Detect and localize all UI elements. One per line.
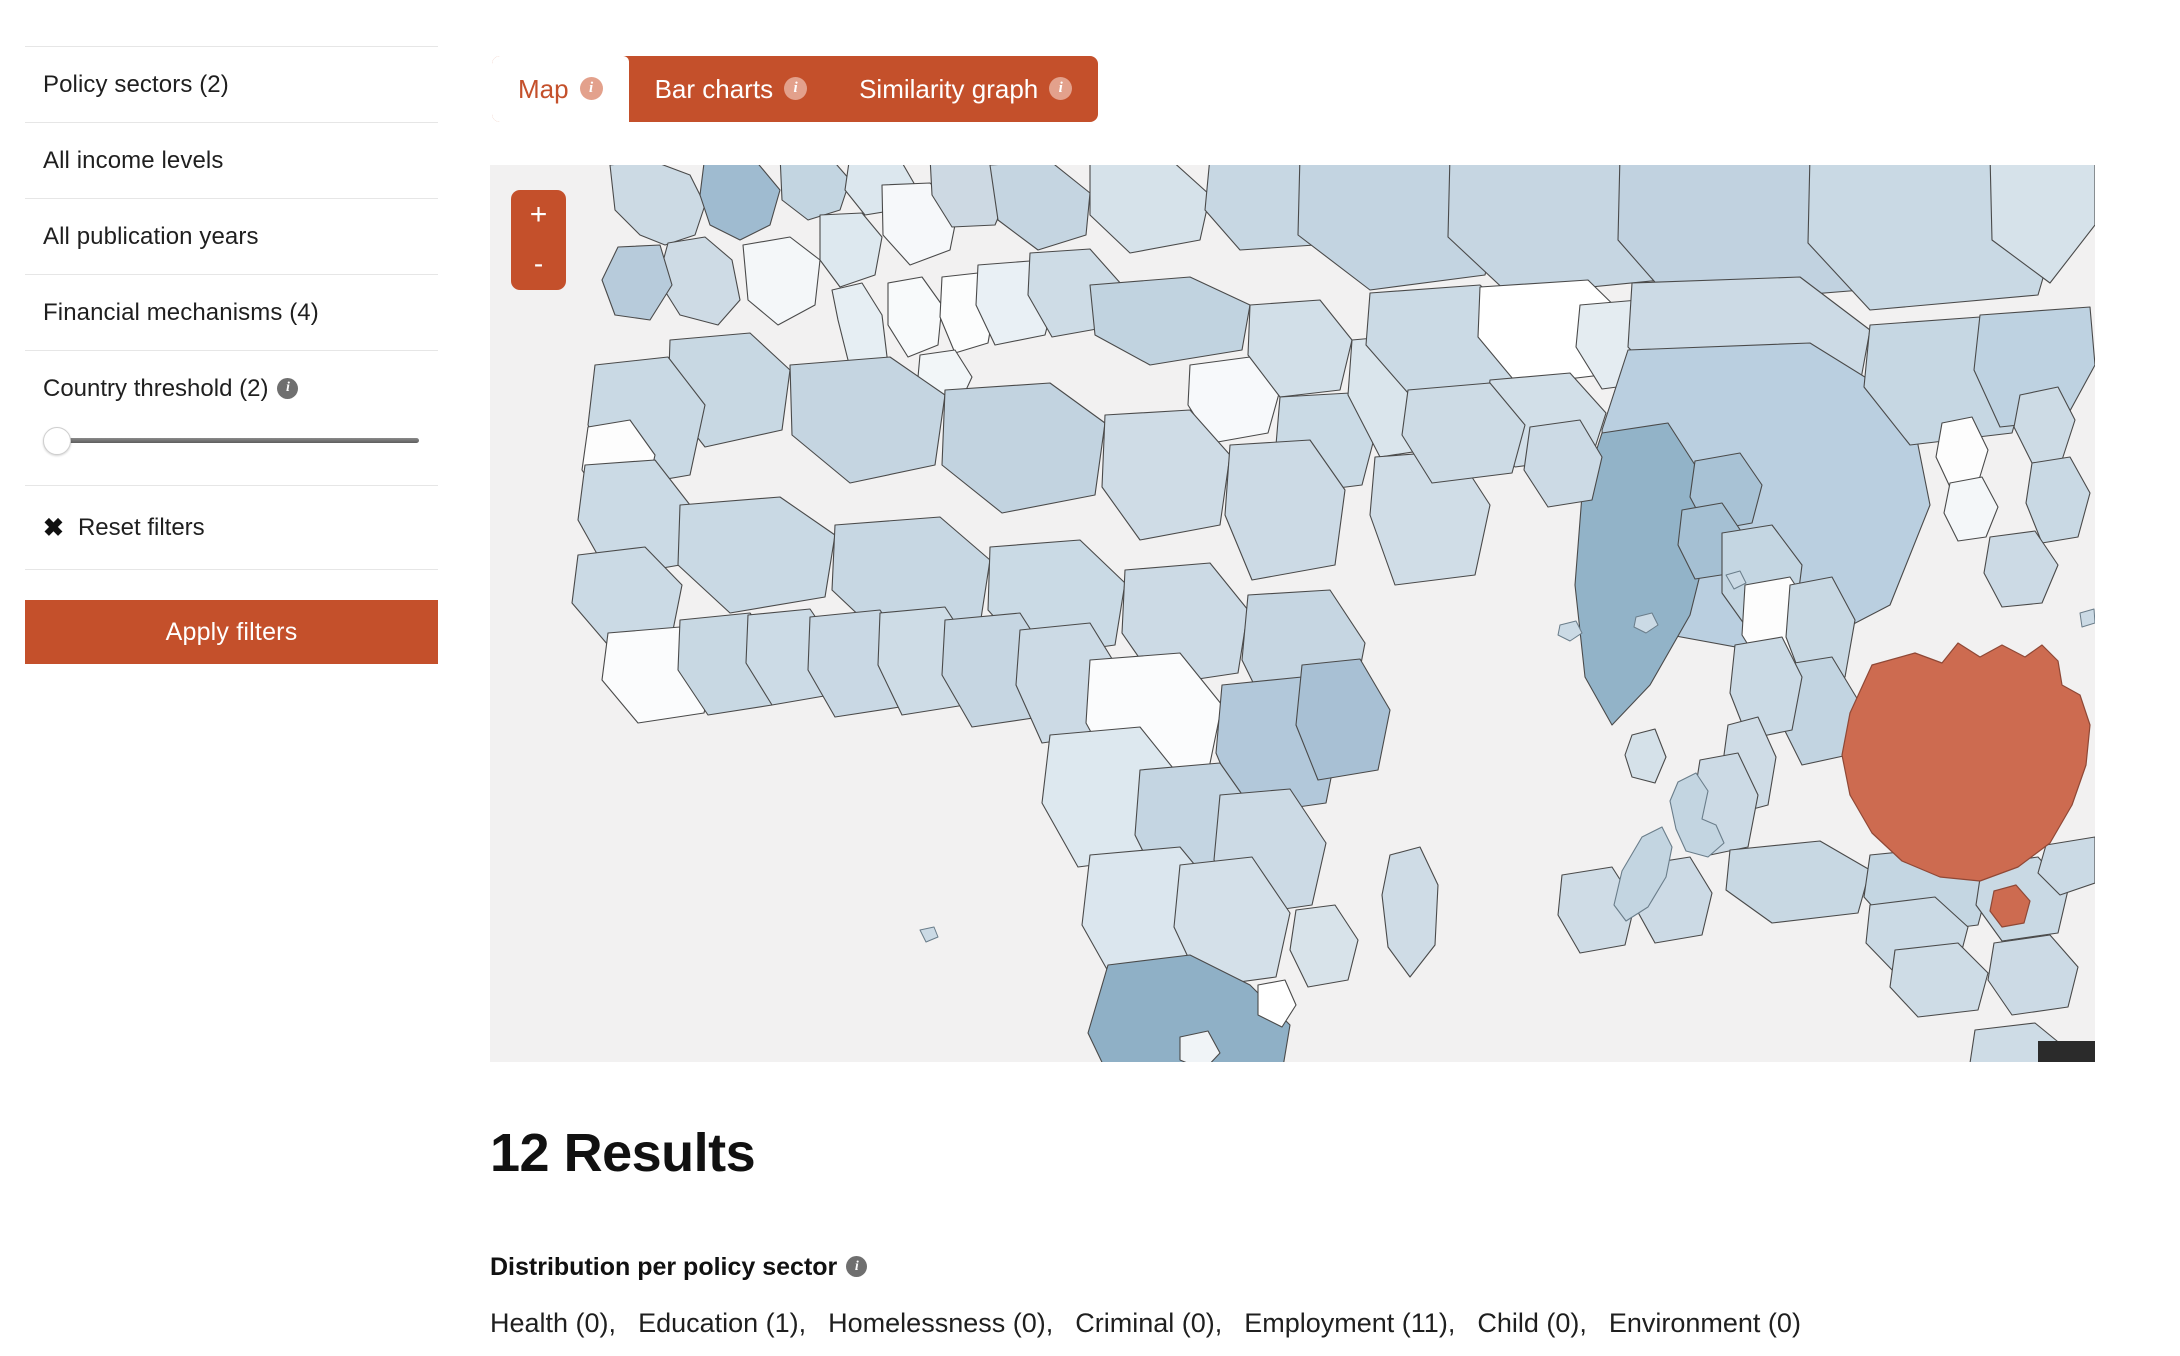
filter-financial-mechanisms[interactable]: Financial mechanisms (4) <box>25 274 438 350</box>
distribution-list: Health (0), Education (1), Homelessness … <box>490 1308 1823 1339</box>
list-item[interactable]: Health (0), <box>490 1308 616 1339</box>
map-tooltip: AUS: 12 articles mentioned AUS at least … <box>2038 1041 2095 1062</box>
apply-filters-container: Apply filters <box>25 569 438 664</box>
tab-map[interactable]: Map i <box>492 56 629 122</box>
world-map-panel[interactable]: + - AUS: 12 articles mentioned AUS at le… <box>490 165 2095 1062</box>
zoom-in-button[interactable]: + <box>530 200 548 230</box>
results-title: 12 Results <box>490 1123 756 1183</box>
distribution-label-row: Distribution per policy sector i <box>490 1253 868 1282</box>
filter-income-levels-label: All income levels <box>43 147 224 174</box>
filters-sidebar: Policy sectors (2) All income levels All… <box>25 46 438 664</box>
zoom-out-button[interactable]: - <box>534 250 543 278</box>
list-item[interactable]: Environment (0) <box>1609 1308 1801 1339</box>
filter-financial-mechanisms-label: Financial mechanisms (4) <box>43 299 319 326</box>
filter-policy-sectors[interactable]: Policy sectors (2) <box>25 46 438 122</box>
list-item[interactable]: Child (0), <box>1477 1308 1587 1339</box>
filter-publication-years[interactable]: All publication years <box>25 198 438 274</box>
list-item[interactable]: Homelessness (0), <box>828 1308 1053 1339</box>
info-icon[interactable]: i <box>579 76 603 100</box>
filter-income-levels[interactable]: All income levels <box>25 122 438 198</box>
country-threshold-label-row: Country threshold (2) i <box>43 377 438 401</box>
slider-track[interactable] <box>61 438 419 443</box>
tooltip-country-prefix: AUS: <box>2056 1061 2095 1062</box>
country-threshold-label: Country threshold (2) <box>43 375 269 402</box>
list-item[interactable]: Employment (11), <box>1244 1308 1455 1339</box>
info-icon[interactable]: i <box>277 377 299 399</box>
tab-bar-charts-label: Bar charts <box>654 73 774 104</box>
tab-bar-charts[interactable]: Bar charts i <box>629 56 834 122</box>
country-threshold-slider[interactable] <box>43 425 419 455</box>
close-x-icon: ✖ <box>43 513 64 542</box>
filter-policy-sectors-label: Policy sectors (2) <box>43 71 229 98</box>
country-threshold-filter: Country threshold (2) i <box>25 350 438 485</box>
apply-filters-button[interactable]: Apply filters <box>25 600 438 664</box>
list-item[interactable]: Education (1), <box>638 1308 806 1339</box>
tab-map-label: Map <box>518 73 569 104</box>
tab-similarity-graph[interactable]: Similarity graph i <box>833 56 1098 122</box>
list-item[interactable]: Criminal (0), <box>1075 1308 1222 1339</box>
reset-filters-button[interactable]: ✖ Reset filters <box>25 485 438 569</box>
distribution-label: Distribution per policy sector <box>490 1253 838 1281</box>
info-icon[interactable]: i <box>1049 76 1073 100</box>
slider-thumb[interactable] <box>43 427 71 455</box>
reset-filters-label: Reset filters <box>77 514 205 541</box>
view-tabs: Map i Bar charts i Similarity graph i <box>492 56 1099 122</box>
app-root: Policy sectors (2) All income levels All… <box>0 0 2180 1356</box>
map-zoom-controls[interactable]: + - <box>511 190 566 290</box>
tab-similarity-graph-label: Similarity graph <box>859 73 1039 104</box>
info-icon[interactable]: i <box>784 76 808 100</box>
filter-publication-years-label: All publication years <box>43 223 259 250</box>
info-icon[interactable]: i <box>846 1256 868 1277</box>
world-map-svg[interactable] <box>490 165 2095 1062</box>
